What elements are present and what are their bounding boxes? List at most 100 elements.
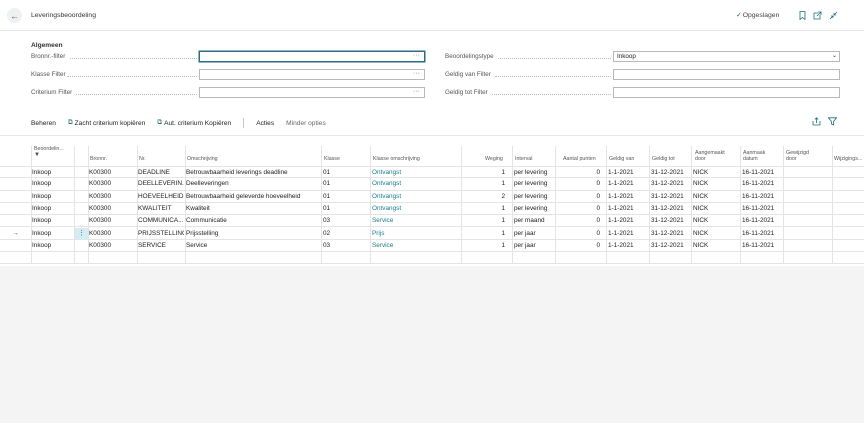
cell-klasse-oms[interactable]: Ontvangst — [372, 203, 460, 215]
cell-nr: DEELLEVERIN... — [138, 180, 184, 188]
minder-opties-button[interactable]: Minder opties — [286, 120, 326, 127]
cell-oms: Deelleveringen — [186, 180, 229, 188]
back-arrow-icon[interactable]: ← — [7, 8, 22, 23]
cell-nr: PRIJSSTELLING — [138, 229, 184, 237]
column-divider — [31, 146, 32, 265]
cell-van: 1-1-2021 — [608, 204, 634, 212]
column-divider — [691, 146, 692, 265]
share-icon[interactable] — [812, 117, 821, 128]
cell-door: NICK — [693, 217, 709, 225]
column-divider — [740, 146, 741, 265]
action-divider — [243, 118, 245, 128]
cell-klasse: 01 — [323, 180, 331, 188]
cell-klasse-oms[interactable]: Service — [372, 240, 460, 252]
collapse-icon[interactable] — [828, 10, 838, 20]
cell-klasse: 03 — [323, 217, 331, 225]
table-row[interactable]: Inkoop K00300 DEELLEVERIN... Deelleveringen… — [0, 178, 864, 191]
cell-interval: per levering — [514, 204, 548, 212]
open-new-window-icon[interactable] — [812, 10, 822, 20]
cell-tot: 31-12-2021 — [651, 192, 684, 200]
zacht-kopieren-label: Zacht criterium kopiëren — [74, 119, 146, 127]
table-row[interactable]: Inkoop K00300 HOEVEELHEID Betrouwbaarheid g… — [0, 191, 864, 203]
cell-type: Inkoop — [32, 180, 52, 188]
beoordelingstype-select[interactable]: Inkoop ⌄ — [613, 51, 840, 62]
cell-weging: 1 — [501, 204, 505, 212]
filter-icon[interactable] — [827, 117, 838, 128]
cell-punten: 0 — [596, 204, 600, 212]
table-row[interactable]: Inkoop K00300 PRIJSSTELLING Prijsstelling 02… — [0, 227, 864, 240]
bronnr-filter-label: Bronnr.-filter — [31, 53, 66, 60]
cell-datum: 16-11-2021 — [742, 192, 775, 200]
minder-opties-label: Minder opties — [286, 119, 326, 127]
copy-icon: ⧉ — [67, 119, 73, 126]
cell-datum: 16-11-2021 — [742, 204, 775, 212]
cell-punten: 0 — [596, 180, 600, 188]
cell-nr: SERVICE — [138, 241, 166, 249]
bronnr-filter-input[interactable]: ··· — [199, 51, 425, 62]
dotted-leader — [67, 76, 197, 77]
lookup-ellipsis-icon[interactable]: ··· — [413, 70, 420, 77]
bookmark-icon[interactable] — [797, 10, 807, 20]
cell-oms: Prijsstelling — [186, 229, 219, 237]
page-title: Leveringsbeoordeling — [31, 12, 96, 19]
table-row[interactable]: Inkoop K00300 DEADLINE Betrouwbaarheid leve… — [0, 166, 864, 179]
dotted-leader — [492, 94, 611, 95]
aut-kopieren-label: Aut. criterium Kopiëren — [164, 119, 232, 127]
dotted-leader — [495, 76, 611, 77]
cell-klasse: 02 — [323, 229, 331, 237]
table-row[interactable]: Inkoop K00300 SERVICE Service 03 Service 1 per … — [0, 240, 864, 253]
cell-van: 1-1-2021 — [608, 217, 634, 225]
cell-interval: per levering — [514, 180, 548, 188]
aut-criterium-kopieren-button[interactable]: ⧉ Aut. criterium Kopiëren — [157, 119, 231, 127]
cell-type: Inkoop — [32, 229, 52, 237]
cell-weging: 1 — [501, 241, 505, 249]
cell-van: 1-1-2021 — [608, 180, 634, 188]
cell-interval: per levering — [514, 192, 548, 200]
cell-door: NICK — [693, 192, 709, 200]
cell-door: NICK — [693, 241, 709, 249]
beoordelingstype-label: Beoordelingstype — [445, 53, 494, 60]
grid-divider — [0, 135, 864, 136]
cell-klasse-oms[interactable]: Service — [372, 215, 460, 227]
chevron-down-icon[interactable]: ⌄ — [832, 52, 837, 59]
col-header-beoordeling[interactable]: Beoordelin... ▼ — [34, 146, 74, 166]
row-actions-menu-icon[interactable]: ⋮ — [75, 227, 88, 240]
cell-klasse-oms[interactable]: Ontvangst — [372, 191, 460, 203]
lookup-ellipsis-icon[interactable]: ··· — [413, 52, 420, 59]
cell-door: NICK — [693, 229, 709, 237]
cell-klasse-oms[interactable]: Prijs — [372, 228, 460, 240]
geldig-van-filter-input[interactable] — [613, 69, 840, 80]
geldig-tot-filter-input[interactable] — [613, 87, 840, 98]
cell-klasse: 01 — [323, 192, 331, 200]
cell-type: Inkoop — [32, 241, 52, 249]
table-row[interactable]: Inkoop K00300 KWALITEIT Kwaliteit 01 Ontvangs… — [0, 203, 864, 216]
saved-label: Opgeslagen — [742, 12, 780, 19]
dotted-leader — [498, 58, 611, 59]
zacht-criterium-kopieren-button[interactable]: ⧉ Zacht criterium kopiëren — [68, 119, 145, 127]
acties-button[interactable]: Acties — [256, 120, 274, 127]
criterium-filter-input[interactable]: ··· — [199, 87, 425, 98]
column-divider — [88, 146, 89, 265]
beheren-button[interactable]: Beheren — [31, 120, 56, 127]
empty-table-row[interactable] — [0, 252, 864, 265]
column-divider — [321, 146, 322, 265]
acties-label: Acties — [256, 119, 275, 127]
cell-tot: 31-12-2021 — [651, 229, 684, 237]
table-row[interactable]: Inkoop K00300 COMMUNICA... Communicatie 03 Se… — [0, 215, 864, 228]
cell-datum: 16-11-2021 — [742, 180, 775, 188]
cell-weging: 1 — [501, 217, 505, 225]
klasse-filter-input[interactable]: ··· — [199, 69, 425, 80]
check-icon: ✓ — [736, 12, 742, 19]
cell-weging: 1 — [501, 180, 505, 188]
cell-interval: per jaar — [514, 241, 536, 249]
cell-bronnr: K00300 — [89, 204, 112, 212]
geldig-tot-filter-label: Geldig tot Filter — [445, 89, 488, 96]
cell-klasse-oms[interactable]: Ontvangst — [372, 178, 460, 190]
cell-door: NICK — [693, 180, 709, 188]
cell-tot: 31-12-2021 — [651, 180, 684, 188]
column-divider — [137, 146, 138, 265]
lookup-ellipsis-icon[interactable]: ··· — [413, 88, 420, 95]
cell-door: NICK — [693, 204, 709, 212]
funnel-icon: ▼ — [34, 152, 40, 158]
dotted-leader — [76, 94, 197, 95]
